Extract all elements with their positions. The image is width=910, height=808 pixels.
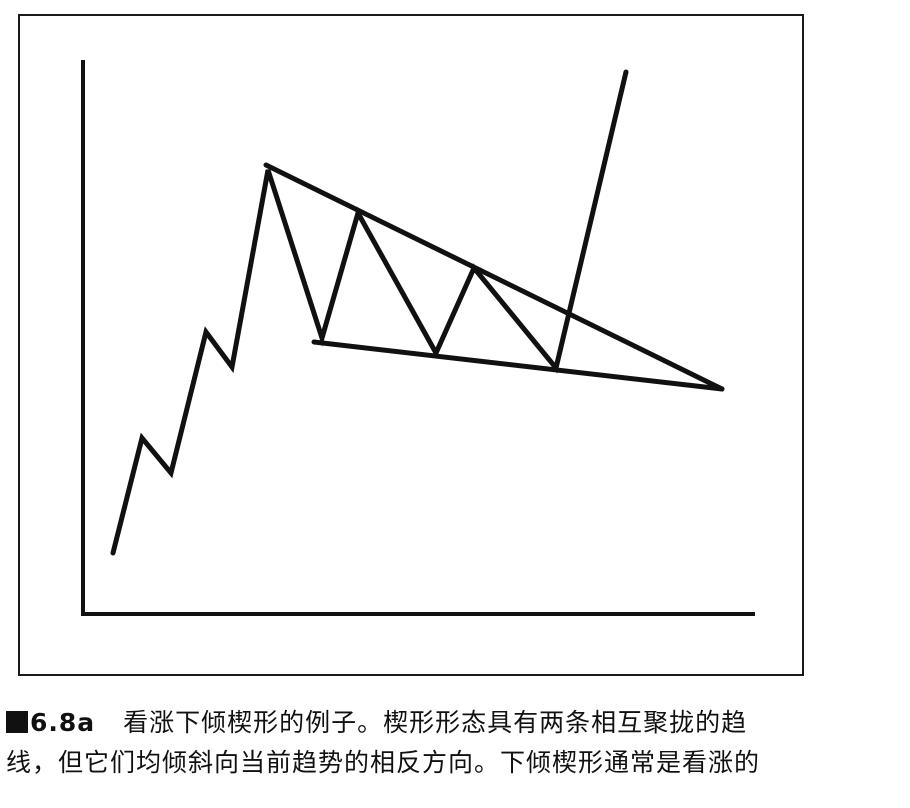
caption-line-1: 6.8a 看涨下倾楔形的例子。楔形形态具有两条相互聚拢的趋 <box>6 703 910 743</box>
upper-trendline <box>263 162 725 392</box>
caption-text-2: 线，但它们均倾斜向当前趋势的相反方向。下倾楔形通常是看涨的 <box>6 748 761 777</box>
caption-line-2: 线，但它们均倾斜向当前趋势的相反方向。下倾楔形通常是看涨的 <box>6 743 910 783</box>
caption-text-1: 看涨下倾楔形的例子。楔形形态具有两条相互聚拢的趋 <box>123 708 748 737</box>
figure-caption: 6.8a 看涨下倾楔形的例子。楔形形态具有两条相互聚拢的趋 线，但它们均倾斜向当前… <box>6 703 910 783</box>
figure-number: 6.8a <box>30 708 96 737</box>
price-path <box>110 69 629 556</box>
lower-trendline <box>311 339 725 392</box>
figure-label-box <box>6 711 28 733</box>
wedge-diagram <box>81 60 755 616</box>
axes <box>81 60 755 616</box>
